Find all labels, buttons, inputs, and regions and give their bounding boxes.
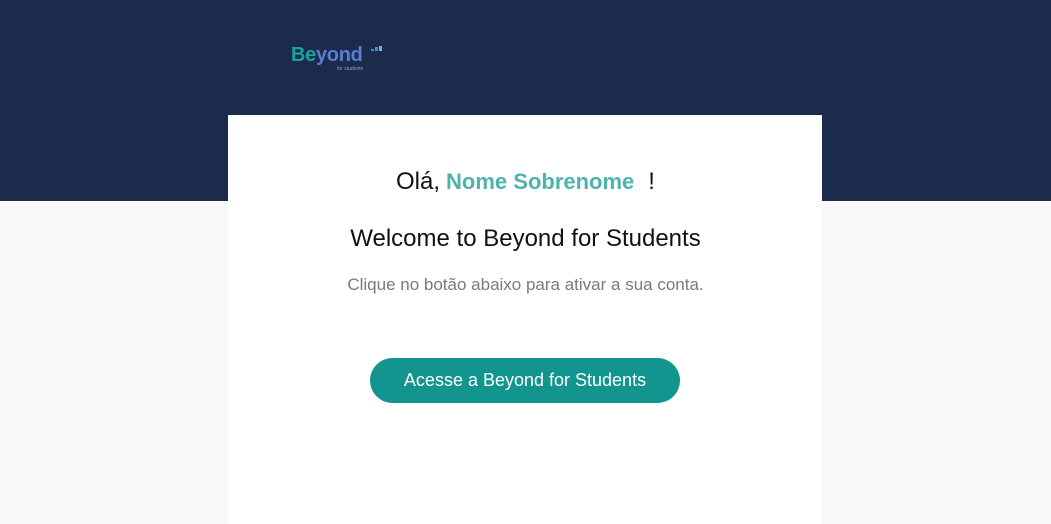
logo-wordmark: Beyond: [291, 43, 363, 67]
recipient-name: Nome Sobrenome: [446, 169, 635, 194]
activation-instruction: Clique no botão abaixo para ativar a sua…: [347, 275, 704, 294]
greeting-line: Olá, Nome Sobrenome!: [0, 168, 1051, 196]
greeting-prefix: Olá,: [396, 168, 441, 195]
greeting-suffix: !: [648, 168, 655, 195]
welcome-title: Welcome to Beyond for Students: [350, 225, 701, 252]
logo-subtitle: for students: [337, 66, 364, 72]
logo-wordmark-part2: yond: [315, 44, 363, 66]
logo-mark-icon: [371, 46, 382, 51]
access-beyond-button[interactable]: Acesse a Beyond for Students: [370, 358, 680, 403]
logo-wordmark-part1: Be: [291, 44, 316, 66]
beyond-logo: Beyond for students: [291, 43, 391, 75]
